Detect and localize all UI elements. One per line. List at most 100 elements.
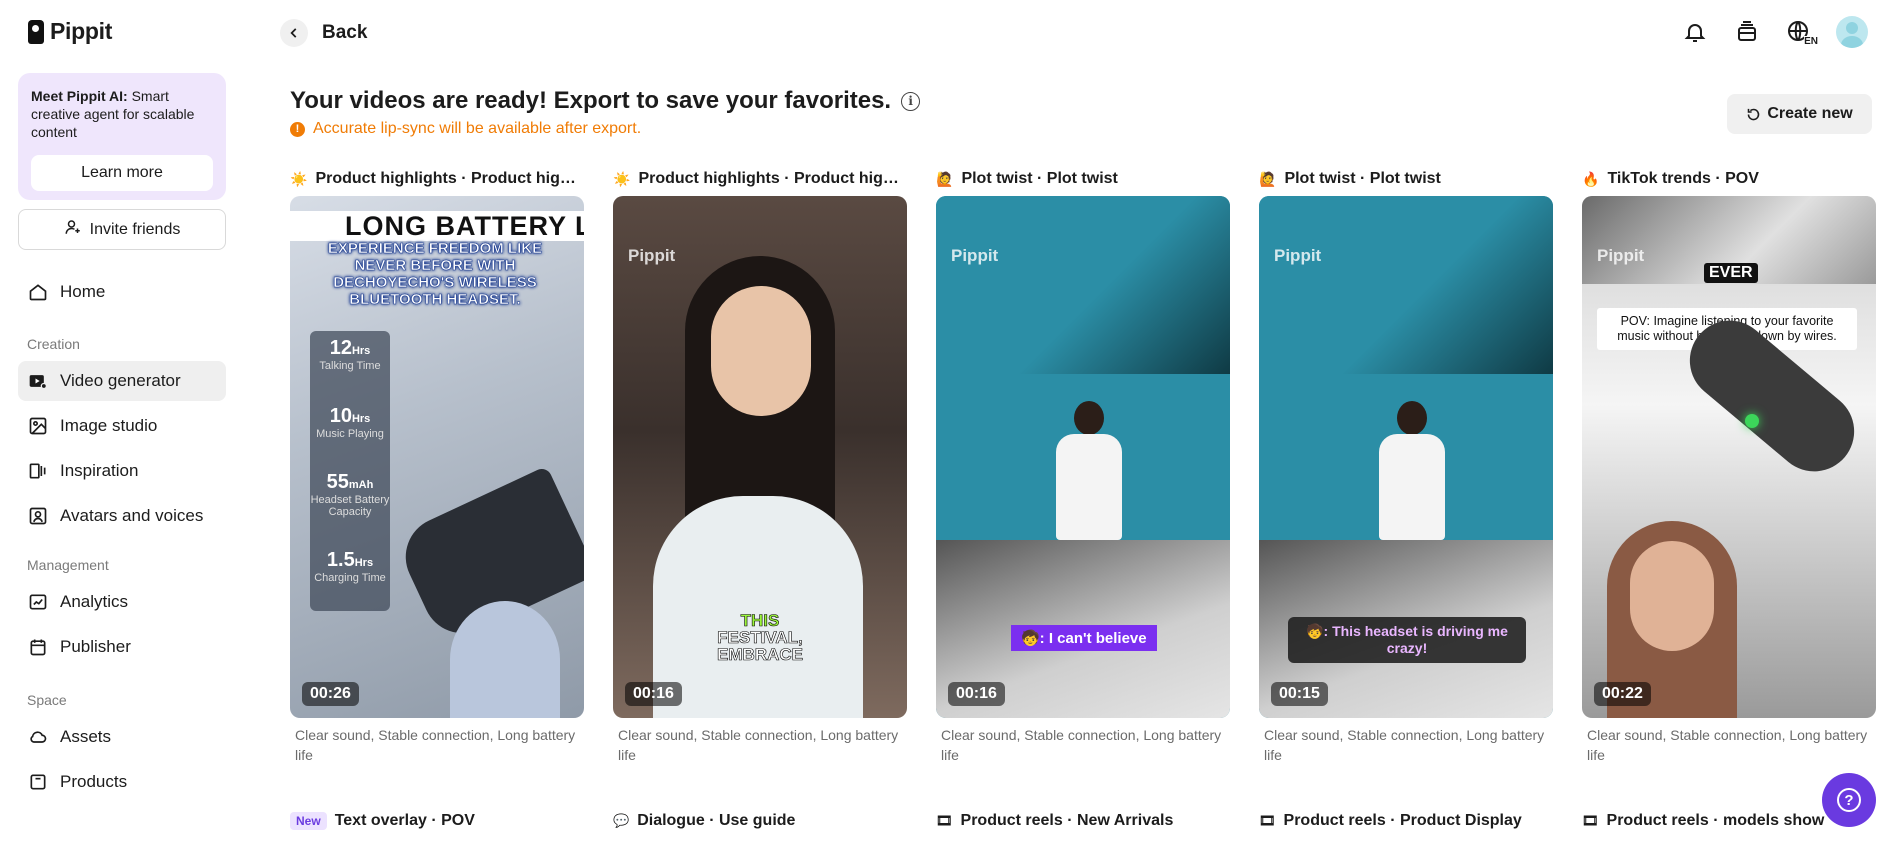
app-logo[interactable]: Pippit	[28, 18, 112, 45]
video-card[interactable]: 🔥 TikTok trends · POV Pippit EVER POV: Im…	[1582, 168, 1876, 763]
film-icon: 🎞	[936, 813, 953, 828]
back-button[interactable]: Back	[280, 19, 367, 47]
person-icon: 🙋	[936, 170, 954, 187]
led-light	[1745, 414, 1759, 428]
chat-bubble-icon: 💬	[613, 813, 630, 828]
card-description: Clear sound, Stable connection, Long bat…	[1587, 727, 1868, 763]
person-icon: 🙋	[1259, 170, 1277, 187]
card-description: Clear sound, Stable connection, Long bat…	[618, 727, 899, 763]
card-title[interactable]: 💬 Dialogue · Use guide	[613, 812, 795, 830]
pippit-logo-icon	[28, 19, 44, 44]
stats-panel: 12Hrs Talking Time 10Hrs Music Playing 55m…	[310, 331, 390, 611]
sidebar-item-avatars-voices[interactable]: Avatars and voices	[18, 496, 226, 536]
overlay-caption: EXPERIENCE FREEDOM LIKE NEVER BEFORE WIT…	[327, 240, 543, 309]
inspiration-icon	[28, 461, 48, 481]
image-icon	[28, 416, 48, 436]
section-space: Space	[27, 692, 67, 708]
video-generator-icon	[28, 371, 48, 391]
card-title: ☀️ Product highlights · Product highli…	[290, 170, 584, 187]
sidebar-item-video-generator[interactable]: Video generator	[18, 361, 226, 401]
duration-badge: 00:16	[625, 682, 682, 706]
new-badge: New	[290, 812, 327, 830]
scene-top	[1259, 196, 1553, 374]
sidebar-item-label: Analytics	[60, 592, 129, 611]
card-title[interactable]: 🎞 Product reels · New Arrivals	[936, 812, 1173, 830]
calendar-icon	[28, 637, 48, 657]
video-card[interactable]: ☀️ Product highlights · Product highli… L…	[290, 168, 584, 763]
brand-watermark: Pippit	[951, 246, 999, 265]
video-thumbnail[interactable]: Pippit THIS FESTIVAL, EMBRACE 00:16	[613, 196, 907, 718]
duration-badge: 00:16	[948, 682, 1005, 706]
language-button[interactable]: EN	[1784, 17, 1818, 47]
duration-badge: 00:22	[1594, 682, 1651, 706]
warning-icon: !	[290, 121, 305, 137]
video-card[interactable]: ☀️ Product highlights · Product highli… P…	[613, 168, 907, 763]
section-creation: Creation	[27, 336, 80, 352]
sidebar-item-image-studio[interactable]: Image studio	[18, 406, 226, 446]
caption-bubble: 🧒: This headset is driving me crazy!	[1288, 617, 1526, 663]
video-thumbnail[interactable]: Pippit 🧒: I can't believe 00:16	[936, 196, 1230, 718]
sidebar-item-products[interactable]: Products	[18, 762, 226, 802]
home-icon	[28, 282, 48, 302]
video-thumbnail[interactable]: LONG BATTERY LI EXPERIENCE FREEDOM LIKE …	[290, 196, 584, 718]
sidebar-item-label: Image studio	[60, 416, 158, 435]
page-title: Your videos are ready! Export to save yo…	[290, 87, 921, 115]
card-title: 🙋 Plot twist · Plot twist	[1259, 170, 1441, 187]
card-title: ☀️ Product highlights · Product highli…	[613, 170, 907, 187]
brand-watermark: Pippit	[1274, 246, 1322, 265]
sidebar-item-label: Avatars and voices	[60, 506, 204, 525]
add-user-icon	[64, 218, 82, 241]
sidebar-item-label: Products	[60, 772, 128, 791]
card-title-text: Product reels · Product Display	[1283, 812, 1522, 829]
bell-icon[interactable]	[1680, 17, 1710, 47]
sidebar-item-publisher[interactable]: Publisher	[18, 627, 226, 667]
presenter-figure	[450, 601, 560, 718]
sidebar-item-label: Publisher	[60, 637, 131, 656]
headline-text: Your videos are ready! Export to save yo…	[290, 87, 892, 114]
sidebar-item-label: Inspiration	[60, 461, 139, 480]
create-new-button[interactable]: Create new	[1727, 94, 1872, 134]
card-title-text: Dialogue · Use guide	[637, 812, 796, 829]
scene-top	[936, 196, 1230, 374]
card-description: Clear sound, Stable connection, Long bat…	[1264, 727, 1545, 763]
sidebar-item-label: Video generator	[60, 371, 181, 390]
section-management: Management	[27, 557, 109, 573]
card-description: Clear sound, Stable connection, Long bat…	[295, 727, 576, 763]
sidebar-item-assets[interactable]: Assets	[18, 717, 226, 757]
card-title[interactable]: 🎞 Product reels · Product Display	[1259, 812, 1522, 830]
sidebar-item-analytics[interactable]: Analytics	[18, 582, 226, 622]
lip-sync-warning: ! Accurate lip-sync will be available af…	[290, 120, 641, 138]
person-body	[1056, 434, 1122, 540]
user-avatar[interactable]	[1836, 16, 1868, 48]
sidebar-item-inspiration[interactable]: Inspiration	[18, 451, 226, 491]
card-title[interactable]: New Text overlay · POV	[290, 812, 475, 830]
promo-card: Meet Pippit AI: Smart creative agent for…	[18, 73, 226, 200]
layers-icon[interactable]	[1732, 17, 1762, 47]
video-card[interactable]: 🙋 Plot twist · Plot twist Pippit 🧒: This …	[1259, 168, 1553, 763]
face-shape	[711, 286, 811, 416]
brand-watermark: Pippit	[1597, 246, 1645, 265]
help-button[interactable]: ?	[1822, 773, 1876, 827]
refresh-icon	[1748, 108, 1760, 120]
invite-friends-button[interactable]: Invite friends	[18, 209, 226, 250]
info-icon[interactable]: i	[901, 91, 921, 111]
person-body	[1379, 434, 1445, 540]
analytics-icon	[28, 592, 48, 612]
sidebar-item-label: Assets	[60, 727, 112, 746]
product-icon	[28, 772, 48, 792]
video-card[interactable]: 🙋 Plot twist · Plot twist Pippit 🧒: I can…	[936, 168, 1230, 763]
video-thumbnail[interactable]: Pippit 🧒: This headset is driving me cra…	[1259, 196, 1553, 718]
overlay-word: EVER	[1704, 263, 1758, 283]
film-icon: 🎞	[1259, 813, 1276, 828]
brand-watermark: Pippit	[628, 246, 676, 265]
learn-more-button[interactable]: Learn more	[31, 155, 213, 191]
card-title[interactable]: 🎞 Product reels · models show	[1582, 812, 1824, 830]
sidebar-item-label: Home	[60, 282, 106, 301]
video-thumbnail[interactable]: Pippit EVER POV: Imagine listening to yo…	[1582, 196, 1876, 718]
chevron-left-icon	[280, 19, 308, 47]
create-new-label: Create new	[1767, 105, 1853, 122]
card-title: 🙋 Plot twist · Plot twist	[936, 170, 1118, 187]
card-title-text: Text overlay · POV	[334, 812, 475, 829]
overlay-headline: LONG BATTERY LI	[290, 211, 584, 241]
sidebar-item-home[interactable]: Home	[18, 272, 226, 312]
